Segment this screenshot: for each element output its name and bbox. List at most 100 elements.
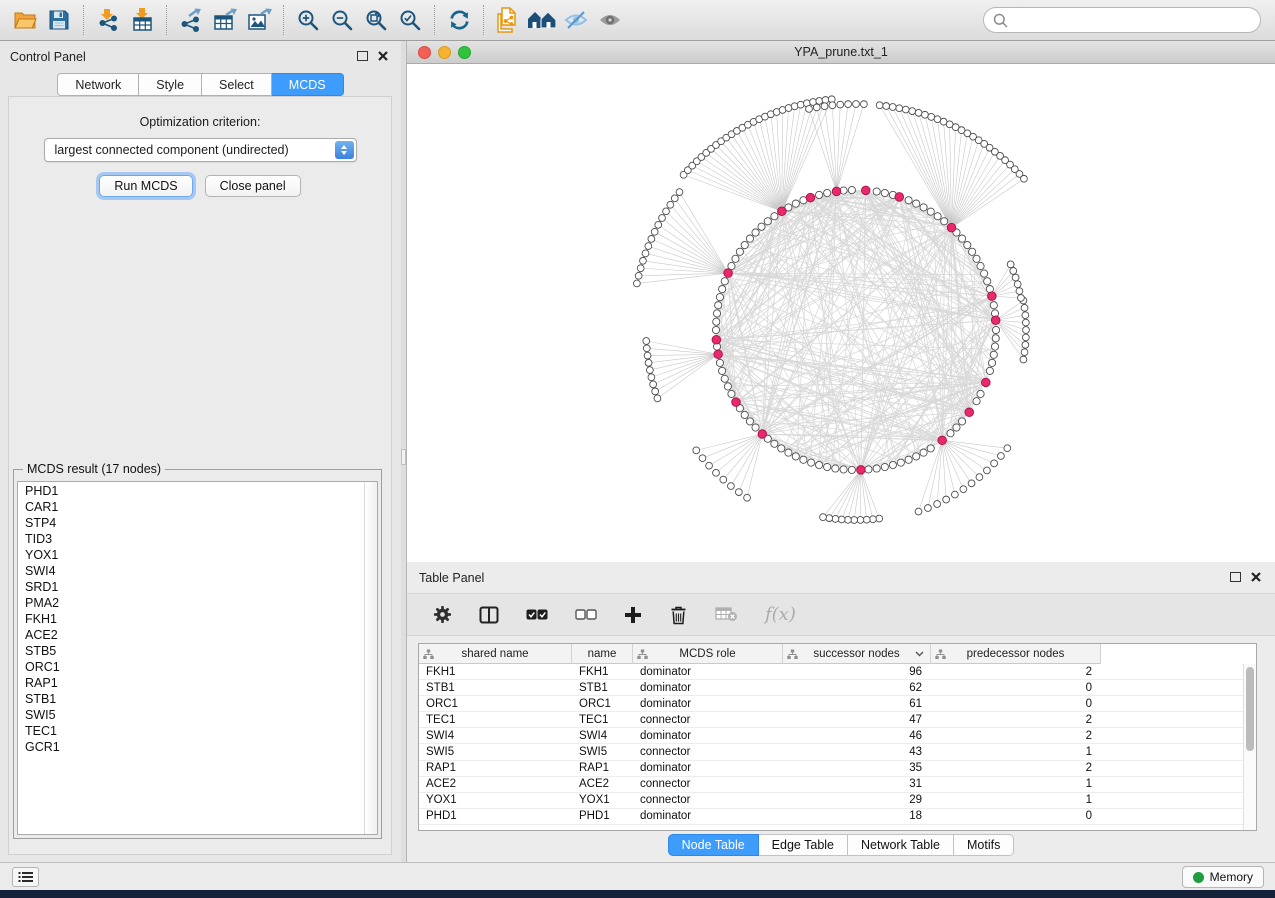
mcds-result-item[interactable]: GCR1 xyxy=(18,739,363,755)
cell-successor_nodes[interactable]: 96 xyxy=(783,664,931,680)
ring-node[interactable] xyxy=(873,188,880,195)
ring-node[interactable] xyxy=(913,453,920,460)
ring-node[interactable] xyxy=(808,459,815,466)
cell-predecessor_nodes[interactable]: 0 xyxy=(931,808,1101,824)
deselect-all-checkboxes-icon[interactable] xyxy=(575,609,597,620)
leaf-node[interactable] xyxy=(797,101,804,108)
ring-node[interactable] xyxy=(920,449,927,456)
float-table-panel-icon[interactable] xyxy=(1230,572,1241,582)
leaf-node[interactable] xyxy=(1020,356,1027,363)
node-table-scrollbar[interactable] xyxy=(1243,664,1256,830)
mcds-result-item[interactable]: PMA2 xyxy=(18,595,363,611)
leaf-node[interactable] xyxy=(1021,349,1028,356)
table-row[interactable]: STB1STB1dominator620 xyxy=(419,680,1243,696)
leaf-node[interactable] xyxy=(1022,341,1029,348)
result-list-scrollbar[interactable] xyxy=(364,482,377,834)
leaf-node[interactable] xyxy=(863,516,870,523)
leaf-node[interactable] xyxy=(968,480,975,487)
ring-node[interactable] xyxy=(927,445,934,452)
tab-select[interactable]: Select xyxy=(202,73,272,96)
leaf-node[interactable] xyxy=(832,515,839,522)
ring-node[interactable] xyxy=(977,390,984,397)
leaf-node[interactable] xyxy=(633,280,640,287)
cell-successor_nodes[interactable]: 31 xyxy=(783,776,931,792)
leaf-node[interactable] xyxy=(744,494,751,501)
dominator-node[interactable] xyxy=(714,350,723,359)
open-session-icon[interactable] xyxy=(8,4,42,36)
leaf-node[interactable] xyxy=(663,208,670,215)
mcds-result-item[interactable]: STP4 xyxy=(18,515,363,531)
ring-node[interactable] xyxy=(713,318,720,325)
search-box[interactable] xyxy=(983,7,1261,33)
leaf-node[interactable] xyxy=(645,359,652,366)
leaf-node[interactable] xyxy=(876,515,883,522)
search-input[interactable] xyxy=(1014,13,1251,27)
optimization-criterion-select[interactable]: largest connected component (undirected) xyxy=(44,138,357,162)
run-mcds-button[interactable]: Run MCDS xyxy=(99,175,192,197)
network-graph[interactable] xyxy=(407,64,1275,562)
ring-node[interactable] xyxy=(973,398,980,405)
ring-node[interactable] xyxy=(992,335,999,342)
leaf-node[interactable] xyxy=(1016,288,1023,295)
leaf-node[interactable] xyxy=(1021,175,1028,182)
leaf-node[interactable] xyxy=(829,102,836,109)
ring-node[interactable] xyxy=(840,466,847,473)
cell-predecessor_nodes[interactable]: 1 xyxy=(931,792,1101,808)
ring-node[interactable] xyxy=(785,449,792,456)
cell-mcds_role[interactable]: dominator xyxy=(633,760,783,776)
leaf-node[interactable] xyxy=(699,455,706,462)
ring-node[interactable] xyxy=(746,418,753,425)
ring-node[interactable] xyxy=(990,351,997,358)
cell-mcds_role[interactable]: dominator xyxy=(633,664,783,680)
zoom-out-icon[interactable] xyxy=(325,4,359,36)
table-row[interactable]: SWI5SWI5connector431 xyxy=(419,744,1243,760)
leaf-node[interactable] xyxy=(635,272,642,279)
leaf-node[interactable] xyxy=(643,338,650,345)
dominator-node[interactable] xyxy=(806,193,815,202)
ring-node[interactable] xyxy=(958,418,965,425)
close-panel-button[interactable]: Close panel xyxy=(205,175,301,197)
ring-node[interactable] xyxy=(741,411,748,418)
add-column-icon[interactable] xyxy=(624,606,642,624)
ring-node[interactable] xyxy=(824,463,831,470)
ring-node[interactable] xyxy=(992,326,999,333)
leaf-node[interactable] xyxy=(648,235,655,242)
mcds-result-list[interactable]: PHD1CAR1STP4TID3YOX1SWI4SRD1PMA2FKH1ACE2… xyxy=(17,481,378,835)
leaf-node[interactable] xyxy=(984,467,991,474)
tab-mcds[interactable]: MCDS xyxy=(272,73,344,96)
dominator-node[interactable] xyxy=(857,466,866,475)
mcds-result-item[interactable]: SWI5 xyxy=(18,707,363,723)
column-header-MCDS-role[interactable]: MCDS role xyxy=(633,644,783,664)
leaf-node[interactable] xyxy=(648,374,655,381)
mcds-result-item[interactable]: SRD1 xyxy=(18,579,363,595)
ring-node[interactable] xyxy=(873,465,880,472)
leaf-node[interactable] xyxy=(720,476,727,483)
ring-node[interactable] xyxy=(716,359,723,366)
dominator-node[interactable] xyxy=(947,223,956,232)
leaf-node[interactable] xyxy=(659,215,666,222)
leaf-node[interactable] xyxy=(951,491,958,498)
dominator-node[interactable] xyxy=(991,316,1000,325)
ring-node[interactable] xyxy=(712,326,719,333)
leaf-node[interactable] xyxy=(820,514,827,521)
ring-node[interactable] xyxy=(713,310,720,317)
ring-node[interactable] xyxy=(947,430,954,437)
dominator-node[interactable] xyxy=(938,436,947,445)
leaf-node[interactable] xyxy=(735,489,742,496)
ring-node[interactable] xyxy=(958,235,965,242)
mcds-result-item[interactable]: TEC1 xyxy=(18,723,363,739)
ring-node[interactable] xyxy=(721,278,728,285)
dominator-node[interactable] xyxy=(982,378,991,387)
leaf-node[interactable] xyxy=(902,106,909,113)
cell-predecessor_nodes[interactable]: 2 xyxy=(931,664,1101,680)
ring-node[interactable] xyxy=(800,456,807,463)
table-row[interactable]: ORC1ORC1dominator610 xyxy=(419,696,1243,712)
ring-node[interactable] xyxy=(865,466,872,473)
column-header-shared-name[interactable]: shared name xyxy=(419,644,572,664)
network-window-titlebar[interactable]: YPA_prune.txt_1 xyxy=(407,41,1275,64)
cell-name[interactable]: RAP1 xyxy=(572,760,633,776)
ring-node[interactable] xyxy=(728,390,735,397)
leaf-node[interactable] xyxy=(652,388,659,395)
leaf-node[interactable] xyxy=(1007,261,1014,268)
tab-motifs[interactable]: Motifs xyxy=(954,834,1014,856)
